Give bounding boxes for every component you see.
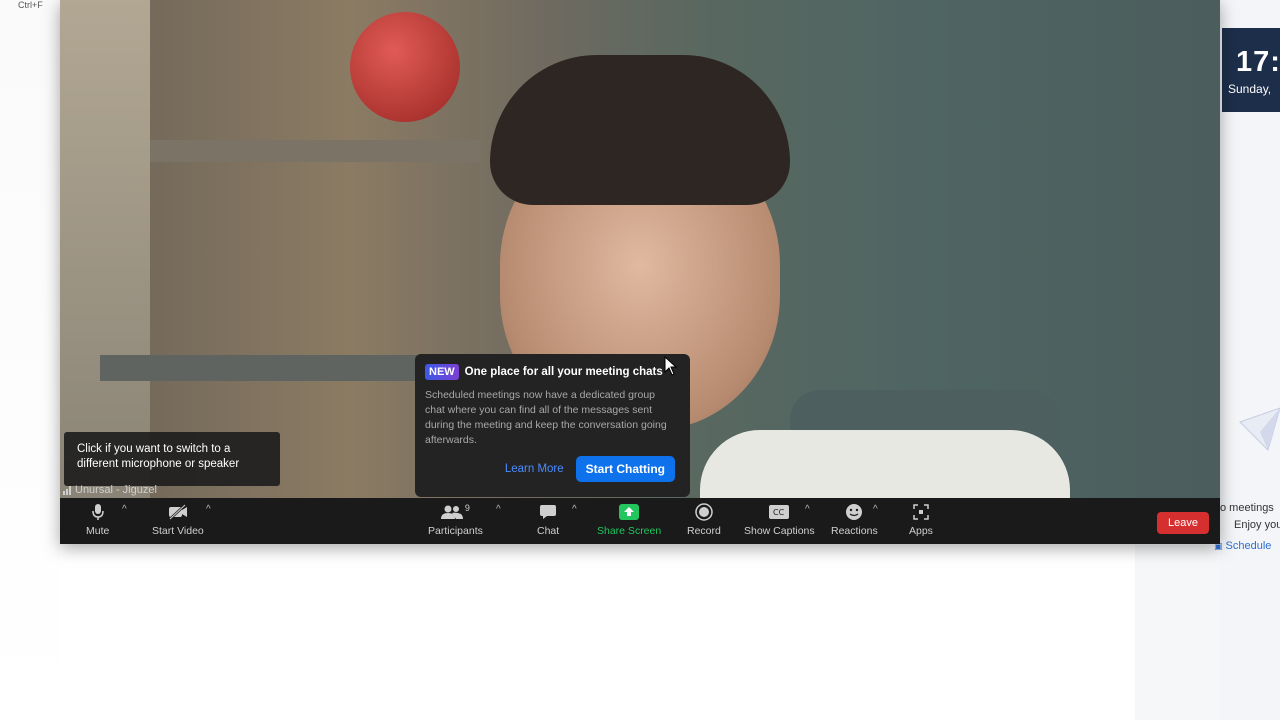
chat-label: Chat	[537, 525, 560, 537]
new-feature-popup: NEW One place for all your meeting chats…	[415, 354, 690, 497]
start-video-button[interactable]: Start Video	[152, 502, 204, 542]
leave-button[interactable]: Leave	[1157, 512, 1209, 534]
side-panel-text-2: Enjoy you	[1234, 519, 1280, 531]
apps-button[interactable]: Apps	[909, 502, 933, 542]
meeting-toolbar: Mute ^ Start Video ^ 9 Participants ^ Ch…	[60, 498, 1220, 544]
participants-options-chevron-icon[interactable]: ^	[496, 504, 501, 515]
mouse-cursor-icon	[664, 356, 678, 376]
svg-text:CC: CC	[773, 508, 785, 517]
participants-button[interactable]: 9 Participants	[428, 502, 483, 542]
video-ball	[350, 12, 460, 122]
reactions-button[interactable]: Reactions	[831, 502, 878, 542]
participant-name-label: Unursal - Jiguzel	[60, 484, 157, 496]
show-captions-label: Show Captions	[744, 525, 815, 537]
video-hair	[490, 55, 790, 205]
mute-label: Mute	[86, 525, 110, 537]
tooltip-line-1: Click if you want to switch to a	[77, 443, 231, 455]
clock-date: Sunday,	[1228, 82, 1272, 96]
start-chatting-button[interactable]: Start Chatting	[575, 456, 675, 482]
audio-options-chevron-icon[interactable]: ^	[122, 504, 127, 515]
meeting-window: Click if you want to switch to a differe…	[60, 0, 1220, 544]
learn-more-link[interactable]: Learn More	[505, 463, 564, 475]
popup-title: One place for all your meeting chats	[464, 366, 663, 378]
captions-options-chevron-icon[interactable]: ^	[805, 504, 810, 515]
new-badge: NEW	[425, 364, 459, 380]
signal-strength-icon	[63, 485, 71, 495]
participants-label: Participants	[428, 525, 483, 537]
record-icon	[693, 502, 715, 522]
side-panel-text: o meetings	[1220, 502, 1274, 514]
video-shirt	[700, 430, 1070, 500]
closed-captions-icon: CC	[768, 502, 790, 522]
video-wall	[60, 0, 150, 498]
clock-card: 17: Sunday,	[1222, 28, 1280, 112]
participant-name: Unursal - Jiguzel	[75, 484, 157, 496]
background-app-edge	[0, 0, 60, 720]
participants-count: 9	[464, 503, 470, 513]
participants-icon: 9	[435, 502, 475, 522]
record-button[interactable]: Record	[687, 502, 721, 542]
record-label: Record	[687, 525, 721, 537]
schedule-link-label: Schedule	[1225, 540, 1272, 552]
share-screen-label: Share Screen	[597, 525, 662, 537]
emoji-reaction-icon	[843, 502, 865, 522]
popup-body: Scheduled meetings now have a dedicated …	[425, 389, 667, 446]
share-screen-button[interactable]: Share Screen	[597, 502, 661, 542]
reactions-options-chevron-icon[interactable]: ^	[873, 504, 878, 515]
chat-options-chevron-icon[interactable]: ^	[572, 504, 577, 515]
video-shelf	[150, 140, 480, 162]
apps-label: Apps	[909, 525, 933, 537]
tooltip-line-2: different microphone or speaker	[77, 458, 240, 470]
start-video-label: Start Video	[152, 525, 204, 537]
schedule-link[interactable]: ▣ Schedule	[1214, 540, 1271, 552]
video-options-chevron-icon[interactable]: ^	[206, 504, 211, 515]
chat-bubble-icon	[537, 502, 559, 522]
video-feed: Click if you want to switch to a differe…	[60, 0, 1220, 500]
clock-time: 17:	[1236, 46, 1280, 78]
mute-button[interactable]: Mute	[86, 502, 109, 542]
audio-switch-tooltip: Click if you want to switch to a differe…	[64, 432, 280, 486]
share-screen-icon	[618, 502, 640, 522]
paper-plane-illustration-icon	[1239, 407, 1280, 451]
reactions-label: Reactions	[831, 525, 878, 537]
chat-button[interactable]: Chat	[537, 502, 559, 542]
apps-grid-icon	[910, 502, 932, 522]
microphone-icon	[87, 502, 109, 522]
video-off-icon	[167, 502, 189, 522]
